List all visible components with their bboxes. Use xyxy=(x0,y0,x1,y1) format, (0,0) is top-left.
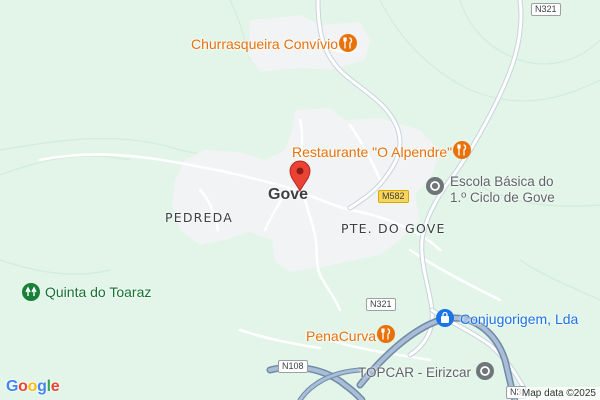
fork-knife-icon[interactable] xyxy=(377,325,395,343)
road-shield-m582: M582 xyxy=(378,190,409,203)
school-icon[interactable] xyxy=(426,177,444,195)
place-label-o-alpendre[interactable]: Restaurante "O Alpendre" xyxy=(292,144,452,160)
park-icon[interactable] xyxy=(22,283,40,301)
place-label-escola-line2: 1.º Ciclo de Gove xyxy=(450,190,555,205)
logo-letter: G xyxy=(6,378,19,395)
neighborhood-pte-do-gove: PTE. DO GOVE xyxy=(341,221,446,236)
fork-knife-icon[interactable] xyxy=(339,34,357,52)
logo-letter: g xyxy=(37,378,47,395)
place-label-topcar[interactable]: TOPCAR - Eirizcar xyxy=(358,365,471,380)
place-label-quinta-do-toaraz[interactable]: Quinta do Toaraz xyxy=(45,284,151,300)
logo-letter: o xyxy=(18,378,28,395)
location-pin-icon[interactable] xyxy=(288,160,312,193)
place-label-escola[interactable]: Escola Básica do 1.º Ciclo de Gove xyxy=(450,174,555,206)
road-shield-n321-top: N321 xyxy=(531,3,561,16)
road-shield-n321: N321 xyxy=(366,298,396,311)
logo-letter: e xyxy=(50,378,60,395)
place-label-penacurva[interactable]: PenaCurva xyxy=(306,328,376,344)
place-label-conjugorigem[interactable]: Conjugorigem, Lda xyxy=(460,311,578,327)
logo-letter: o xyxy=(27,378,38,395)
fork-knife-icon[interactable] xyxy=(453,141,471,159)
place-label-escola-line1: Escola Básica do xyxy=(450,174,554,189)
place-label-churrasqueira[interactable]: Churrasqueira Convívio xyxy=(191,36,338,52)
road-shield-n108: N108 xyxy=(278,360,308,373)
neighborhood-pedreda: PEDREDA xyxy=(165,210,234,225)
map-attribution[interactable]: Map data ©2025 xyxy=(517,387,600,400)
google-logo: Google xyxy=(6,378,60,396)
shopping-bag-icon[interactable] xyxy=(436,309,454,327)
car-service-icon[interactable] xyxy=(476,362,494,380)
